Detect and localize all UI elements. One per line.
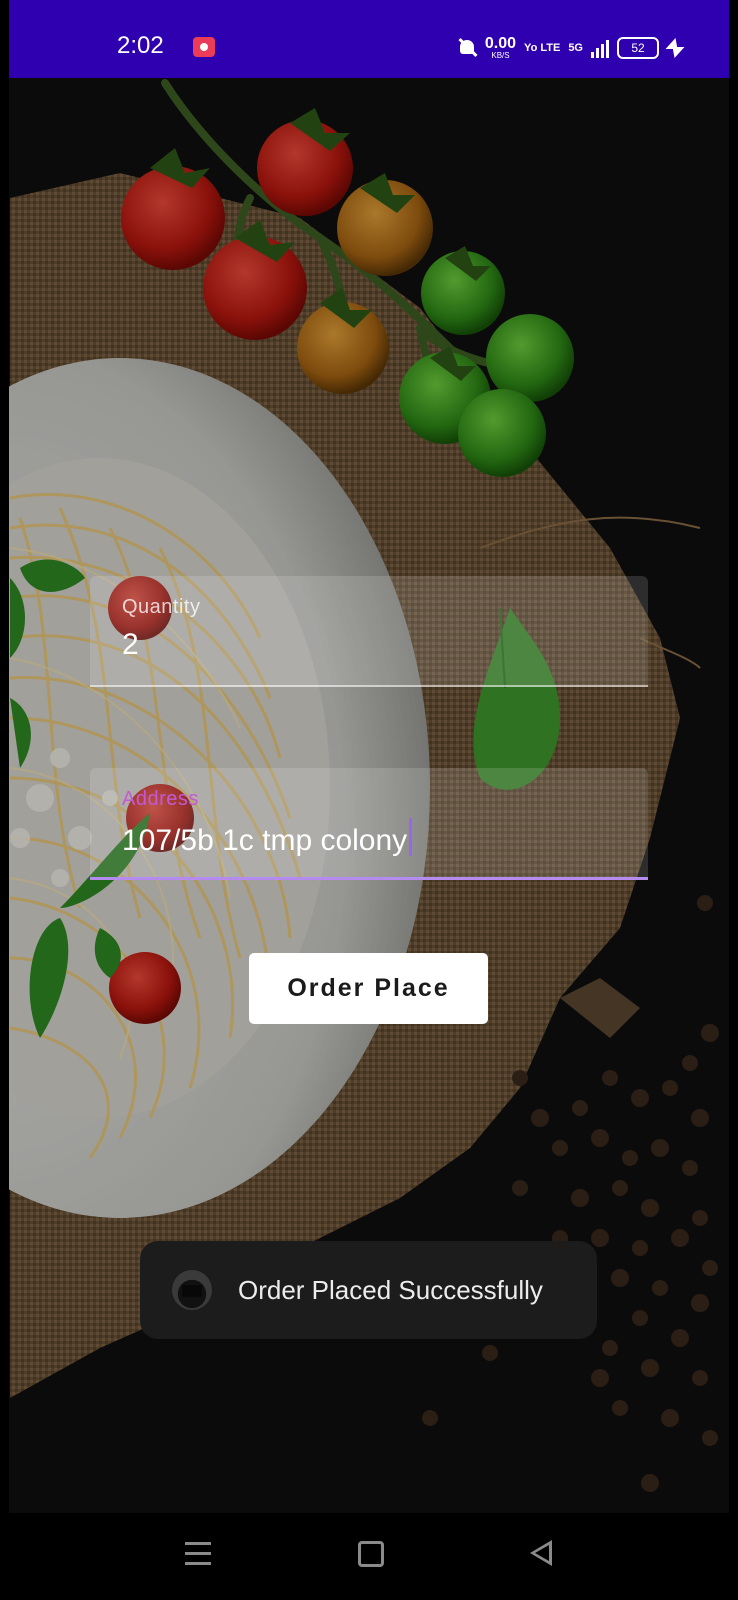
text-cursor [409,818,413,856]
back-icon[interactable] [530,1540,552,1566]
order-place-button[interactable]: Order Place [249,953,488,1024]
network-speed-value: 0.00 [484,35,517,52]
toast-notification: Order Placed Successfully [140,1241,597,1339]
status-time: 2:02 [117,32,164,59]
status-bar: 2:02 0.00 KB/S Yo LTE 5G 52 [9,0,729,78]
network-type: Yo LTE [524,41,561,54]
screen-bezel-right [729,0,738,1600]
address-input[interactable]: 107/5b 1c tmp colony [122,818,413,858]
address-underline [90,877,648,880]
app-screen: 2:02 0.00 KB/S Yo LTE 5G 52 Quantity 2 A… [0,0,738,1600]
address-field[interactable]: Address 107/5b 1c tmp colony [90,768,648,880]
quantity-field[interactable]: Quantity 2 [90,576,648,687]
home-icon[interactable] [358,1541,384,1567]
toast-message: Order Placed Successfully [238,1274,543,1305]
navigation-bar [0,1513,738,1600]
notifications-off-icon [457,37,477,59]
menu-icon[interactable] [185,1542,211,1566]
network-speed: 0.00 KB/S [485,36,516,60]
youtube-icon [193,37,215,57]
app-icon [172,1270,212,1310]
quantity-label: Quantity [122,596,201,618]
battery-icon: 52 [617,37,659,59]
quantity-underline [90,685,648,687]
screen-bezel-left [0,0,9,1600]
network-speed-unit: KB/S [491,51,510,60]
signal-strength-icon [591,38,609,58]
address-label: Address [122,788,199,810]
status-indicators: 0.00 KB/S Yo LTE 5G 52 [457,34,679,62]
quantity-input[interactable]: 2 [122,628,139,662]
bolt-icon [667,38,679,58]
signal-type: 5G [568,41,583,54]
address-input-text: 107/5b 1c tmp colony [122,824,408,857]
